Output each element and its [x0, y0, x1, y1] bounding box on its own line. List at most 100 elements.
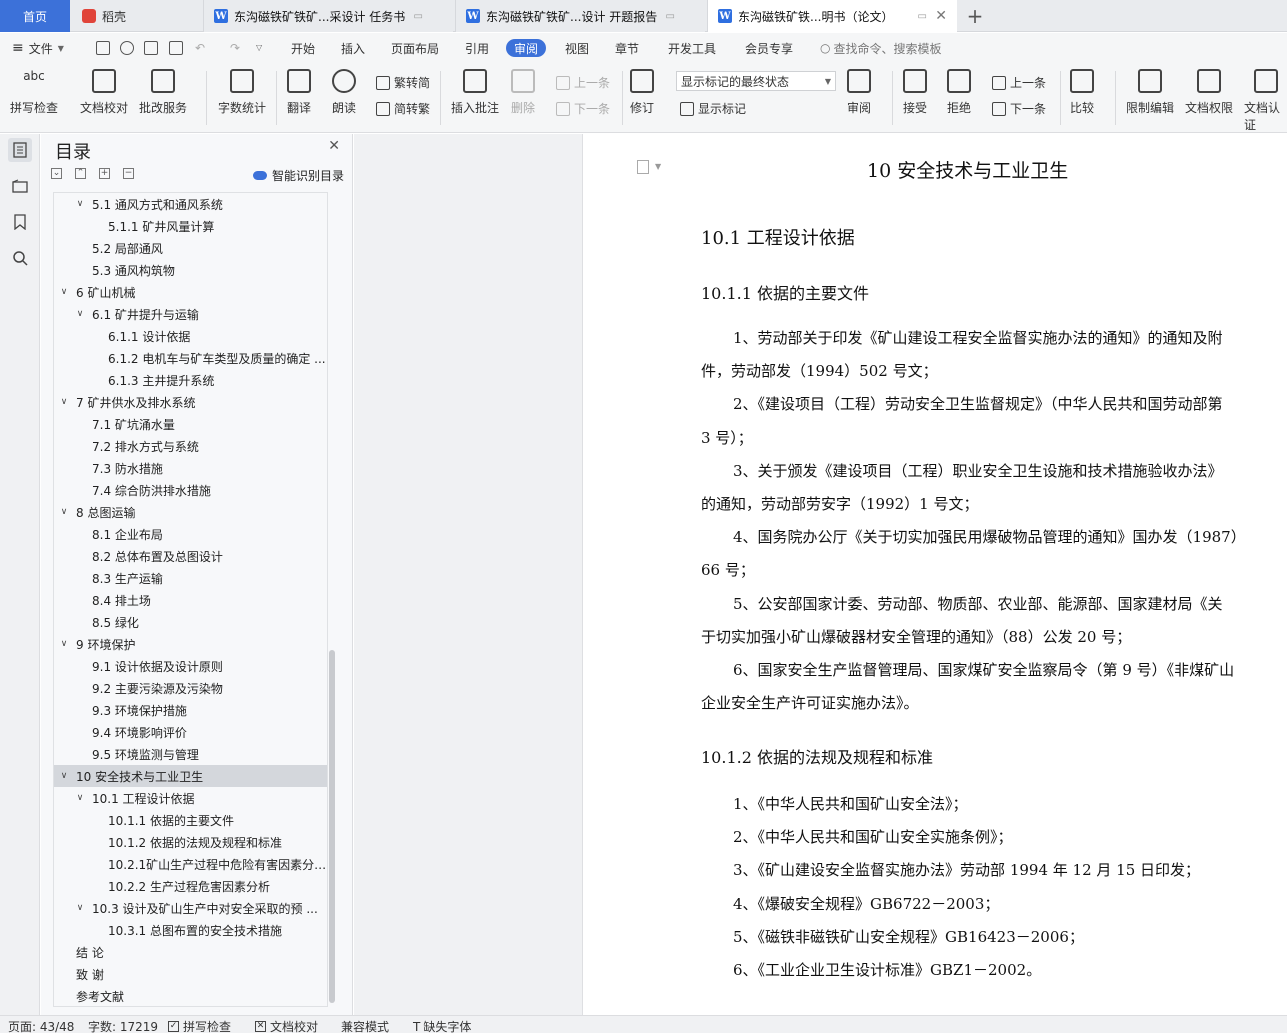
menu-member[interactable]: 会员专享 [745, 39, 793, 57]
toc-item[interactable]: ∨ 6.1 矿井提升与运输 [54, 303, 327, 325]
review-pane-button[interactable]: 审阅 [847, 69, 871, 116]
toc-item[interactable]: 10.1.2 依据的法规及规程和标准 [54, 831, 327, 853]
command-search[interactable]: ○ 查找命令、搜索模板 [820, 39, 942, 57]
tab-home[interactable]: 首页 [0, 0, 70, 32]
toc-item[interactable]: 6.1.1 设计依据 [54, 325, 327, 347]
menu-view[interactable]: 视图 [565, 39, 589, 57]
toc-item[interactable]: 10.2.1矿山生产过程中危险有害因素分 ... [54, 853, 327, 875]
toc-item[interactable]: 8.3 生产运输 [54, 567, 327, 589]
spell-check-button[interactable]: abc 拼写检查 [10, 69, 58, 116]
smart-toc-button[interactable]: 智能识别目录 [252, 167, 344, 184]
tab-restore-icon[interactable]: ▭ [414, 11, 423, 22]
toc-scrollbar[interactable] [329, 650, 335, 1003]
toc-item[interactable]: 8.2 总体布置及总图设计 [54, 545, 327, 567]
prev-comment-button[interactable]: 上一条 [556, 74, 610, 91]
menu-insert[interactable]: 插入 [341, 39, 365, 57]
toc-item[interactable]: 8.5 绿化 [54, 611, 327, 633]
tab-restore-icon[interactable]: ▭ [666, 11, 675, 22]
compare-button[interactable]: 比较 [1070, 69, 1094, 116]
chevron-down-icon[interactable]: ∨ [74, 793, 86, 803]
toc-item[interactable]: ∨ 10.1 工程设计依据 [54, 787, 327, 809]
toc-item[interactable]: 7.3 防水措施 [54, 457, 327, 479]
tab-doc-proposal[interactable]: W 东沟磁铁矿铁矿...设计 开题报告 ▭ [455, 0, 705, 32]
toc-item[interactable]: 结 论 [54, 941, 327, 963]
document-page[interactable]: ▼ 10 安全技术与工业卫生 10.1 工程设计依据 10.1.1 依据的主要文… [582, 134, 1287, 1015]
accept-button[interactable]: 接受 [903, 69, 927, 116]
toc-item[interactable]: 5.1.1 矿井风量计算 [54, 215, 327, 237]
toc-item[interactable]: ∨ 10.3 设计及矿山生产中对安全采取的预 ... [54, 897, 327, 919]
toc-expand-icon[interactable]: ⌃ [75, 168, 86, 179]
next-change-button[interactable]: 下一条 [992, 100, 1046, 117]
batch-service-button[interactable]: 批改服务 [139, 69, 187, 116]
export-icon[interactable] [120, 41, 134, 55]
chevron-down-icon[interactable]: ∨ [58, 771, 70, 781]
undo-icon[interactable]: ↶ [195, 41, 205, 55]
toc-item[interactable]: 5.2 局部通风 [54, 237, 327, 259]
toc-add-icon[interactable]: + [99, 168, 110, 179]
chevron-down-icon[interactable]: ∨ [74, 199, 86, 209]
doc-cert-button[interactable]: 文档认证 [1244, 69, 1287, 133]
chevron-down-icon[interactable]: ∨ [58, 397, 70, 407]
quick-access-dropdown-icon[interactable]: ▽ [256, 43, 262, 52]
toc-item[interactable]: 9.2 主要污染源及污染物 [54, 677, 327, 699]
menu-start[interactable]: 开始 [291, 39, 315, 57]
toc-item[interactable]: ∨ 10 安全技术与工业卫生 [54, 765, 327, 787]
word-count-indicator[interactable]: 字数: 17219 [88, 1018, 158, 1033]
toc-item[interactable]: 5.3 通风构筑物 [54, 259, 327, 281]
toc-item[interactable]: 9.4 环境影响评价 [54, 721, 327, 743]
bookmark-button[interactable] [8, 210, 32, 234]
redo-icon[interactable]: ↷ [230, 41, 240, 55]
toc-item[interactable]: 8.4 排土场 [54, 589, 327, 611]
close-icon[interactable]: ✕ [328, 138, 340, 154]
status-proofread[interactable]: ✕ 文档校对 [255, 1018, 318, 1033]
status-spell-check[interactable]: ✓ 拼写检查 [168, 1018, 231, 1033]
toc-item[interactable]: 10.1.1 依据的主要文件 [54, 809, 327, 831]
next-comment-button[interactable]: 下一条 [556, 100, 610, 117]
reject-button[interactable]: 拒绝 [947, 69, 971, 116]
toc-item[interactable]: 7.1 矿坑涌水量 [54, 413, 327, 435]
missing-font-indicator[interactable]: T 缺失字体 [413, 1018, 471, 1033]
toc-item[interactable]: 9.3 环境保护措施 [54, 699, 327, 721]
chevron-down-icon[interactable]: ∨ [58, 639, 70, 649]
translate-button[interactable]: 翻译 [287, 69, 311, 116]
toc-item[interactable]: 7.2 排水方式与系统 [54, 435, 327, 457]
toc-item[interactable]: 9.1 设计依据及设计原则 [54, 655, 327, 677]
prev-change-button[interactable]: 上一条 [992, 74, 1046, 91]
show-markup-button[interactable]: 显示标记 [680, 100, 746, 117]
page-options-icon[interactable] [637, 160, 649, 174]
tab-doc-task[interactable]: W 东沟磁铁矿铁矿...采设计 任务书 ▭ [203, 0, 453, 32]
tab-restore-icon[interactable]: ▭ [918, 11, 927, 22]
toc-item[interactable]: 7.4 综合防洪排水措施 [54, 479, 327, 501]
toc-item[interactable]: 致 谢 [54, 963, 327, 985]
menu-chapter[interactable]: 章节 [615, 39, 639, 57]
toc-item[interactable]: 9.5 环境监测与管理 [54, 743, 327, 765]
toc-item[interactable]: 10.2.2 生产过程危害因素分析 [54, 875, 327, 897]
toc-item[interactable]: ∨ 8 总图运输 [54, 501, 327, 523]
simp-to-trad-button[interactable]: 简转繁 [376, 100, 430, 117]
toc-item[interactable]: 6.1.3 主井提升系统 [54, 369, 327, 391]
restrict-edit-button[interactable]: 限制编辑 [1126, 69, 1174, 116]
toc-remove-icon[interactable]: − [123, 168, 134, 179]
menu-developer[interactable]: 开发工具 [668, 39, 716, 57]
proofread-button[interactable]: 文档校对 [80, 69, 128, 116]
toc-collapse-all-icon[interactable]: ⌄ [51, 168, 62, 179]
chevron-down-icon[interactable]: ∨ [74, 903, 86, 913]
close-icon[interactable]: ✕ [935, 8, 947, 24]
word-count-button[interactable]: 字数统计 [218, 69, 266, 116]
menu-review[interactable]: 审阅 [506, 39, 547, 57]
tab-doc-thesis[interactable]: W 东沟磁铁矿铁...明书（论文） ▭ ✕ [707, 0, 957, 32]
chevron-down-icon[interactable]: ▼ [655, 162, 661, 171]
doc-permission-button[interactable]: 文档权限 [1185, 69, 1233, 116]
tab-draft[interactable]: 稻壳 [72, 0, 197, 32]
toc-item[interactable]: 8.1 企业布局 [54, 523, 327, 545]
chevron-down-icon[interactable]: ∨ [58, 287, 70, 297]
toc-item[interactable]: 参考文献 [54, 985, 327, 1006]
toc-item[interactable]: ∨ 7 矿井供水及排水系统 [54, 391, 327, 413]
new-tab-button[interactable]: + [963, 4, 987, 28]
save-icon[interactable] [96, 41, 110, 55]
toc-item[interactable]: 10.3.1 总图布置的安全技术措施 [54, 919, 327, 941]
toc-item[interactable]: ∨ 5.1 通风方式和通风系统 [54, 193, 327, 215]
markup-state-select[interactable]: 显示标记的最终状态 ▼ [676, 71, 836, 91]
chevron-down-icon[interactable]: ∨ [74, 309, 86, 319]
navigation-button[interactable] [8, 174, 32, 198]
